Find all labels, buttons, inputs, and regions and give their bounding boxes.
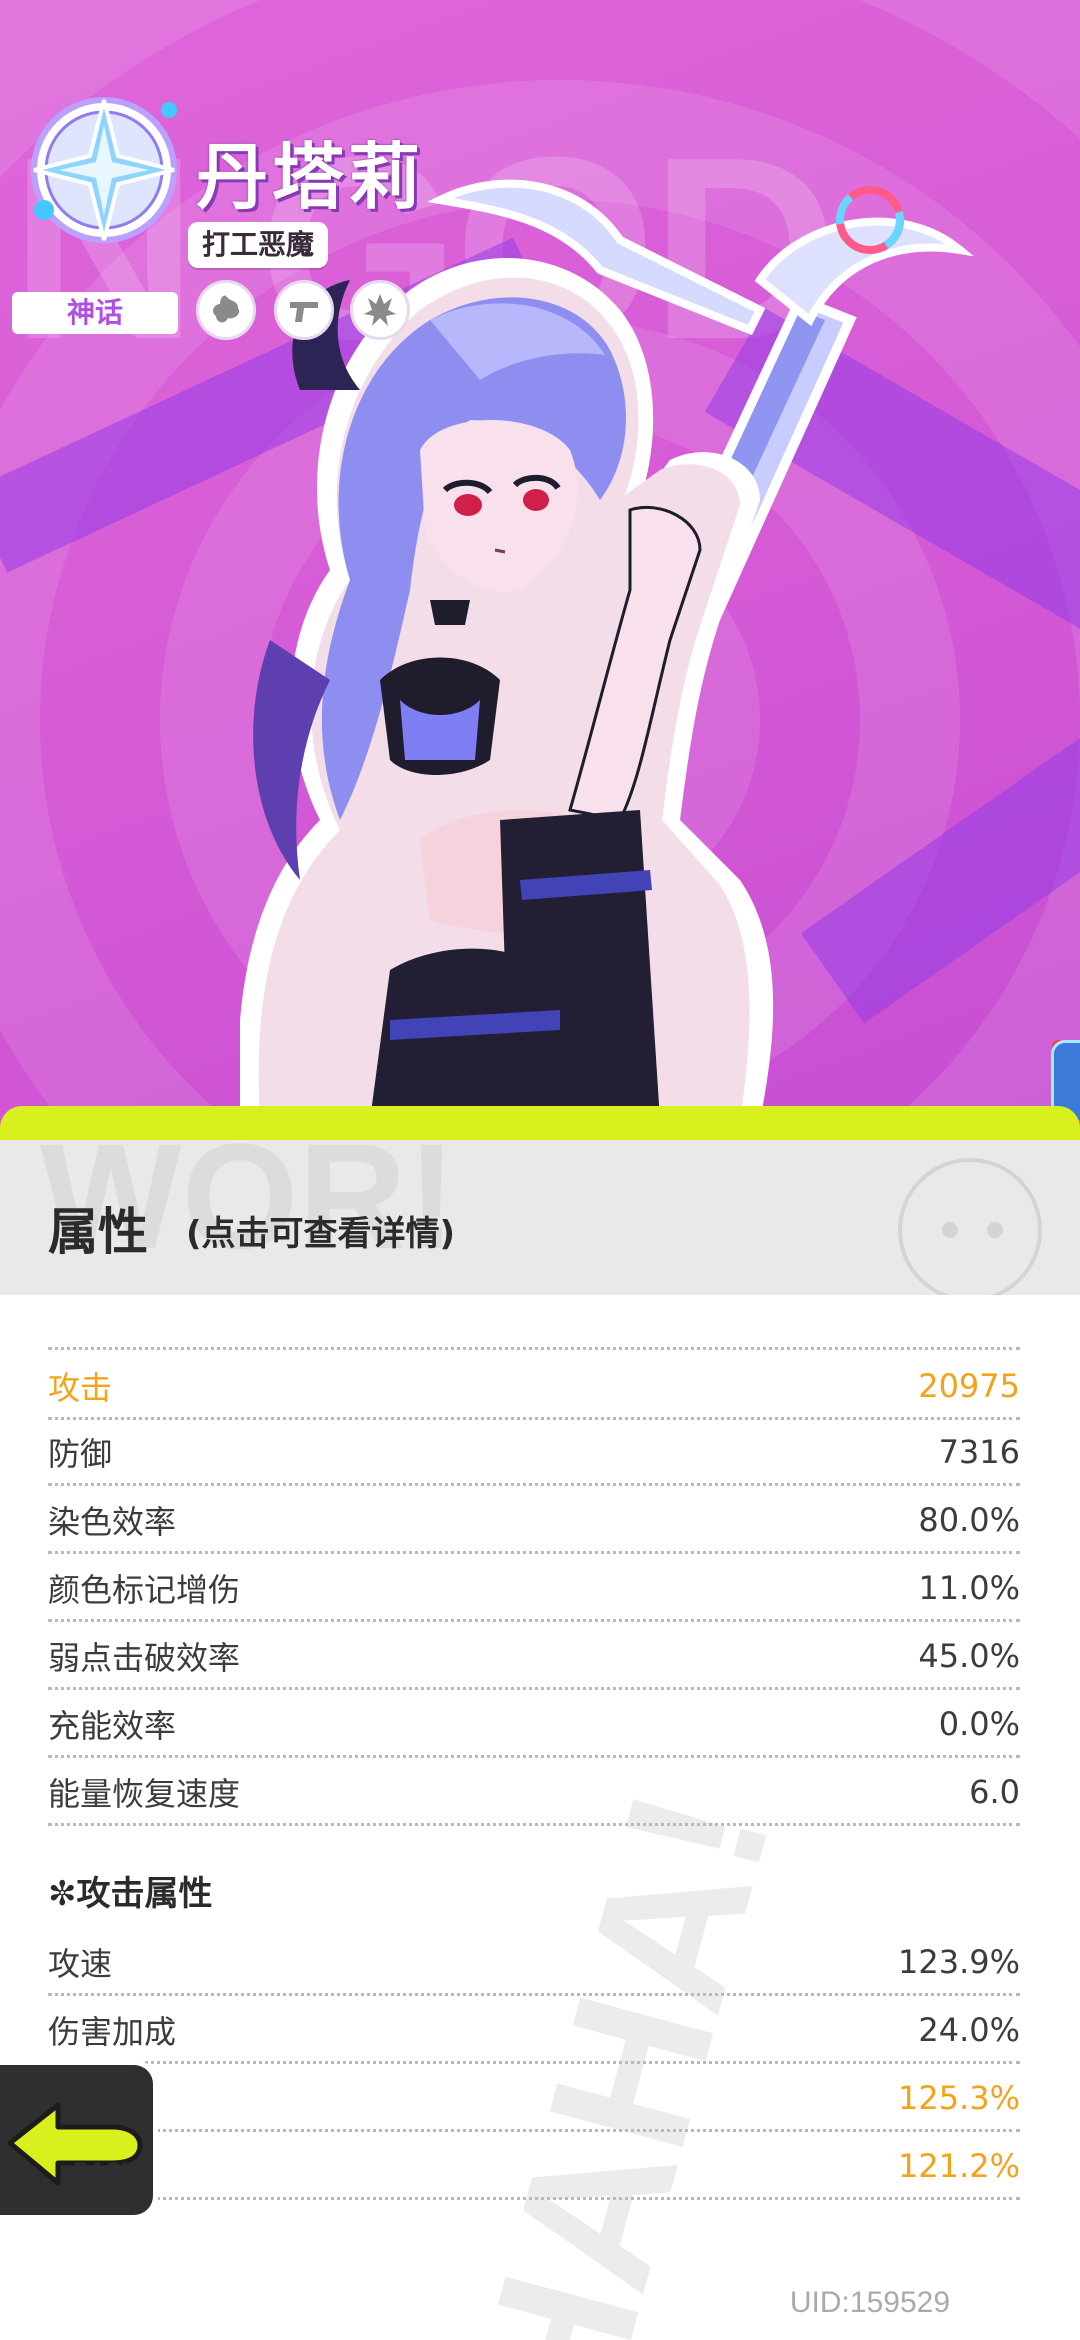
rarity-badge: 神话: [12, 292, 178, 334]
character-name: 丹塔莉: [196, 135, 425, 219]
stat-label: 攻击: [48, 1368, 113, 1407]
stat-label: 攻速: [48, 1944, 113, 1983]
stat-row-dye-efficiency[interactable]: 染色效率 80.0%: [48, 1488, 1020, 1554]
stat-row-weakness-break[interactable]: 弱点击破效率 45.0%: [48, 1624, 1020, 1690]
paint-splash-icon-glyph: [213, 295, 240, 323]
stat-label: 伤害加成: [48, 2012, 177, 2051]
stat-label: 充能效率: [48, 1706, 177, 1745]
stat-value: 0.0%: [938, 1704, 1020, 1743]
attributes-title: 属性: [48, 1203, 148, 1261]
stat-row-clipped: [48, 1300, 1020, 1350]
stat-value: 11.0%: [918, 1568, 1020, 1607]
stat-row-attack-speed[interactable]: 攻速 123.9%: [48, 1930, 1020, 1996]
pistol-icon-glyph: [290, 302, 318, 322]
stat-row-color-mark-damage[interactable]: 颜色标记增伤 11.0%: [48, 1556, 1020, 1622]
pistol-icon[interactable]: [274, 280, 334, 340]
stat-value: 6.0: [969, 1772, 1020, 1811]
stat-value: 20975: [918, 1366, 1020, 1405]
stat-row-attack[interactable]: 攻击 20975: [48, 1354, 1020, 1420]
attributes-header: WOR!: [0, 1140, 1080, 1295]
stat-value: 121.2%: [897, 2146, 1020, 2185]
stat-row-charge-efficiency[interactable]: 充能效率 0.0%: [48, 1692, 1020, 1758]
stat-row-crit-rate[interactable]: 125.3%: [48, 2066, 1020, 2132]
stat-row-energy-recovery[interactable]: 能量恢复速度 6.0: [48, 1760, 1020, 1826]
rarity-emblem-icon: [31, 97, 177, 243]
stat-row-crit-damage[interactable]: 害 121.2%: [48, 2134, 1020, 2200]
back-button-label: BACK: [72, 2158, 136, 2183]
back-arrow-icon: [7, 2102, 143, 2186]
flame-burst-icon[interactable]: [350, 280, 410, 340]
paint-splash-icon[interactable]: [196, 280, 256, 340]
stat-value: 125.3%: [897, 2078, 1020, 2117]
stat-row-defense[interactable]: 防御 7316: [48, 1420, 1020, 1486]
stat-value: 7316: [938, 1432, 1020, 1471]
stat-value: 123.9%: [897, 1942, 1020, 1981]
character-portrait[interactable]: [240, 120, 1080, 1120]
stat-value: 24.0%: [918, 2010, 1020, 2049]
stat-value: 80.0%: [918, 1500, 1020, 1539]
user-id: UID:159529: [789, 2286, 950, 2319]
stat-label: 颜色标记增伤: [48, 1570, 241, 1609]
back-button[interactable]: [0, 2060, 158, 2220]
stat-label: 能量恢复速度: [48, 1774, 241, 1813]
character-title-badge: 打工恶魔: [188, 222, 329, 268]
attributes-hint[interactable]: (点击可查看详情): [186, 1206, 455, 1255]
stat-label: 染色效率: [48, 1502, 177, 1541]
stat-label: 防御: [48, 1434, 113, 1473]
stat-value: 45.0%: [918, 1636, 1020, 1675]
character-showcase: N GOD 丹塔莉 打工恶魔 神话: [0, 0, 1080, 1120]
flame-burst-icon-glyph: [364, 294, 396, 326]
stat-label: 弱点击破效率: [48, 1638, 241, 1677]
header-ghost-character: [898, 1158, 1042, 1295]
attack-attributes-heading: ✼攻击属性: [48, 1874, 213, 1914]
stat-row-damage-bonus[interactable]: 伤害加成 24.0%: [48, 1998, 1020, 2064]
